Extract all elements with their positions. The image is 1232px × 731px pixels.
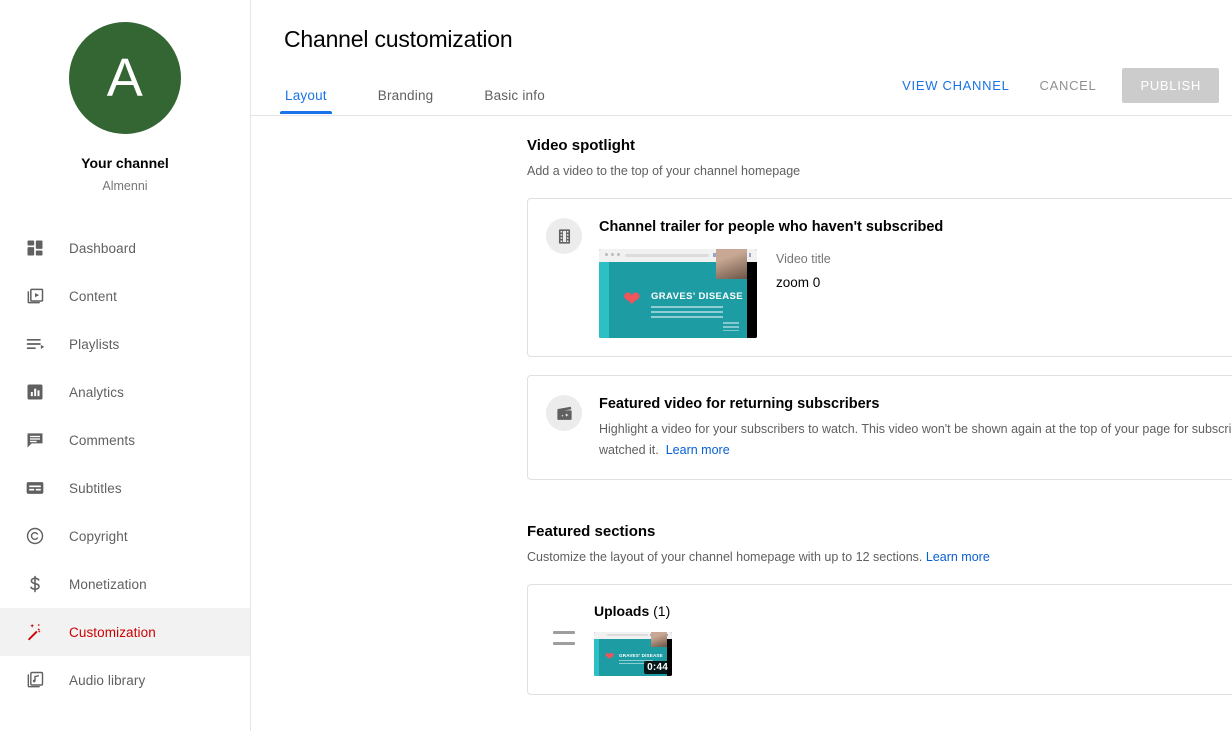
analytics-icon (23, 380, 47, 404)
thumbnail-slide-footer (723, 322, 739, 331)
video-spotlight-header: Video spotlight Add a video to the top o… (527, 136, 1232, 180)
featured-video-card: Featured video for returning subscribers… (527, 375, 1232, 480)
thumbnail-slide-title: GRAVES' DISEASE (619, 653, 663, 658)
featured-video-body: Featured video for returning subscribers… (599, 394, 1232, 461)
avatar[interactable]: A (69, 22, 181, 134)
heart-icon: ❤ (605, 651, 615, 663)
clapperboard-sparkle-icon (546, 395, 582, 431)
sidebar-item-content[interactable]: Content (0, 272, 250, 320)
sidebar-item-monetization[interactable]: Monetization (0, 560, 250, 608)
sidebar-item-dashboard[interactable]: Dashboard (0, 224, 250, 272)
featured-sections-title: Featured sections (527, 523, 656, 540)
publish-button[interactable]: PUBLISH (1122, 68, 1219, 103)
magic-wand-icon (23, 620, 47, 644)
sidebar-item-audio-library[interactable]: Audio library (0, 656, 250, 704)
drag-handle-icon[interactable] (553, 631, 575, 645)
dollar-icon (23, 572, 47, 596)
sidebar-item-analytics[interactable]: Analytics (0, 368, 250, 416)
featured-section-name-text: Uploads (594, 603, 650, 619)
sidebar-item-label: Customization (69, 624, 156, 640)
channel-trailer-row: Channel trailer for people who haven't s… (528, 199, 1232, 356)
content-icon (23, 284, 47, 308)
heart-icon: ❤ (623, 288, 641, 311)
app-root: A Your channel Almenni Dashboard Content… (0, 0, 1232, 731)
sidebar-item-comments[interactable]: Comments (0, 416, 250, 464)
sidebar-item-customization[interactable]: Customization (0, 608, 250, 656)
video-title-value: zoom 0 (776, 275, 821, 290)
featured-video-title: Featured video for returning subscribers (599, 396, 880, 412)
sidebar-item-label: Monetization (69, 576, 147, 592)
featured-section-uploads: Uploads (1) ❤ GRAVES' DISEASE 0:44 (527, 584, 1232, 695)
learn-more-link[interactable]: Learn more (926, 550, 990, 564)
featured-video-description: Highlight a video for your subscribers t… (599, 419, 1232, 461)
thumbnail-webcam-overlay (651, 632, 667, 647)
featured-sections-header: Featured sections Customize the layout o… (527, 522, 1232, 566)
comments-icon (23, 428, 47, 452)
sidebar: A Your channel Almenni Dashboard Content… (0, 0, 251, 731)
sidebar-item-label: Content (69, 288, 117, 304)
sidebar-nav: Dashboard Content Playlists Analytics Co… (0, 224, 250, 704)
subtitles-icon (23, 476, 47, 500)
page-title: Channel customization (284, 26, 513, 52)
sidebar-item-playlists[interactable]: Playlists (0, 320, 250, 368)
channel-trailer-body: Channel trailer for people who haven't s… (599, 217, 1232, 338)
learn-more-link[interactable]: Learn more (666, 443, 730, 457)
playlists-icon (23, 332, 47, 356)
featured-sections-subtitle-text: Customize the layout of your channel hom… (527, 550, 923, 564)
cancel-button[interactable]: CANCEL (1028, 69, 1109, 102)
channel-trailer-media: ❤ GRAVES' DISEASE Video title zoom 0 (599, 249, 1232, 338)
channel-trailer-card: Channel trailer for people who haven't s… (527, 198, 1232, 357)
sidebar-item-label: Analytics (69, 384, 124, 400)
sidebar-item-label: Dashboard (69, 240, 136, 256)
featured-section-name: Uploads (1) (594, 601, 1232, 621)
thumbnail-webcam-overlay (716, 249, 747, 279)
film-strip-icon (546, 218, 582, 254)
content-area: Video spotlight Add a video to the top o… (251, 114, 1232, 695)
main-content: Channel customization Layout Branding Ba… (251, 0, 1232, 731)
video-title-meta: Video title zoom 0 (776, 249, 831, 293)
featured-section-count: (1) (653, 603, 671, 619)
thumbnail-right-letterbox (747, 262, 757, 338)
tab-basic-info[interactable]: Basic info (483, 88, 546, 114)
tab-layout[interactable]: Layout (280, 88, 332, 114)
video-title-label: Video title (776, 252, 831, 266)
sidebar-item-label: Playlists (69, 336, 120, 352)
video-thumbnail[interactable]: ❤ GRAVES' DISEASE (599, 249, 757, 338)
sidebar-item-label: Comments (69, 432, 136, 448)
sidebar-item-copyright[interactable]: Copyright (0, 512, 250, 560)
dashboard-icon (23, 236, 47, 260)
sidebar-item-label: Subtitles (69, 480, 122, 496)
sidebar-item-subtitles[interactable]: Subtitles (0, 464, 250, 512)
channel-trailer-title: Channel trailer for people who haven't s… (599, 219, 944, 235)
view-channel-button[interactable]: VIEW CHANNEL (890, 69, 1021, 102)
channel-handle: Almenni (102, 179, 148, 193)
copyright-icon (23, 524, 47, 548)
thumbnail-slide-subtext (651, 306, 723, 318)
channel-block: A Your channel Almenni (0, 16, 250, 216)
featured-video-row: Featured video for returning subscribers… (528, 376, 1232, 479)
channel-label: Your channel (81, 155, 169, 171)
video-duration-badge: 0:44 (644, 661, 671, 674)
video-spotlight-title: Video spotlight (527, 137, 636, 154)
thumbnail-slide-title: GRAVES' DISEASE (651, 291, 744, 302)
video-thumbnail[interactable]: ❤ GRAVES' DISEASE 0:44 (594, 632, 672, 676)
featured-sections-subtitle: Customize the layout of your channel hom… (527, 549, 1232, 566)
sidebar-item-label: Copyright (69, 528, 128, 544)
audio-library-icon (23, 668, 47, 692)
content-inner: Video spotlight Add a video to the top o… (527, 136, 1232, 695)
header-actions: VIEW CHANNEL CANCEL PUBLISH (890, 68, 1219, 103)
tab-branding[interactable]: Branding (377, 88, 435, 114)
video-spotlight-subtitle: Add a video to the top of your channel h… (527, 164, 801, 178)
featured-section-videos: ❤ GRAVES' DISEASE 0:44 (594, 632, 1232, 676)
sidebar-item-label: Audio library (69, 672, 146, 688)
featured-section-body: Uploads (1) ❤ GRAVES' DISEASE 0:44 (594, 601, 1232, 676)
